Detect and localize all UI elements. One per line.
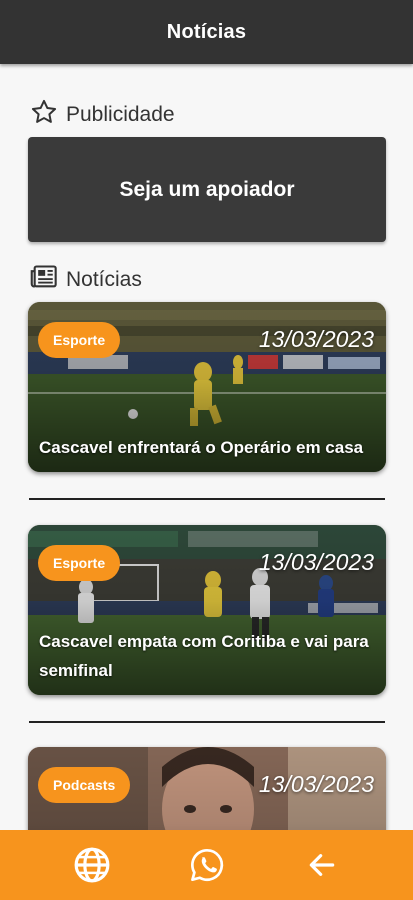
news-section-label: Notícias: [66, 267, 142, 291]
news-section-header: Notícias: [30, 264, 142, 295]
globe-icon: [74, 847, 109, 883]
news-item: Podcasts 13/03/2023: [24, 747, 390, 830]
news-date: 13/03/2023: [258, 549, 374, 575]
arrow-left-icon: [309, 854, 334, 876]
star-outline-icon: [30, 98, 58, 131]
category-badge: Esporte: [38, 322, 121, 358]
category-badge: Esporte: [38, 545, 121, 581]
newspaper-icon: [30, 264, 58, 295]
app-screen: Notícias Publicidade Seja um apoiador No…: [0, 0, 413, 900]
news-card[interactable]: Podcasts 13/03/2023: [28, 747, 386, 830]
news-item: Esporte 13/03/2023 Cascavel empata com C…: [24, 525, 390, 723]
ads-section-header: Publicidade: [30, 98, 175, 131]
globe-button[interactable]: [70, 843, 114, 887]
news-title: Cascavel empata com Coritiba e vai para …: [39, 632, 369, 680]
news-title: Cascavel enfrentará o Operário em casa: [39, 438, 364, 457]
whatsapp-button[interactable]: [185, 843, 229, 887]
app-bar: Notícias: [0, 0, 413, 64]
bottom-navigation: [0, 830, 413, 900]
divider: [29, 498, 385, 500]
news-item: Esporte 13/03/2023 Cascavel enfrentará o…: [24, 302, 390, 500]
category-badge: Podcasts: [38, 767, 131, 803]
news-card[interactable]: Esporte 13/03/2023 Cascavel enfrentará o…: [28, 302, 386, 472]
support-banner[interactable]: Seja um apoiador: [28, 137, 386, 242]
news-card[interactable]: Esporte 13/03/2023 Cascavel empata com C…: [28, 525, 386, 695]
ads-section-label: Publicidade: [66, 102, 175, 126]
back-button[interactable]: [300, 843, 344, 887]
whatsapp-icon: [190, 848, 223, 882]
news-scroll-view[interactable]: Publicidade Seja um apoiador Notícias Es…: [0, 64, 413, 830]
news-date: 13/03/2023: [258, 326, 374, 352]
divider: [29, 721, 385, 723]
page-title: Notícias: [166, 20, 247, 43]
news-date: 13/03/2023: [258, 771, 374, 797]
support-banner-label: Seja um apoiador: [119, 177, 295, 201]
